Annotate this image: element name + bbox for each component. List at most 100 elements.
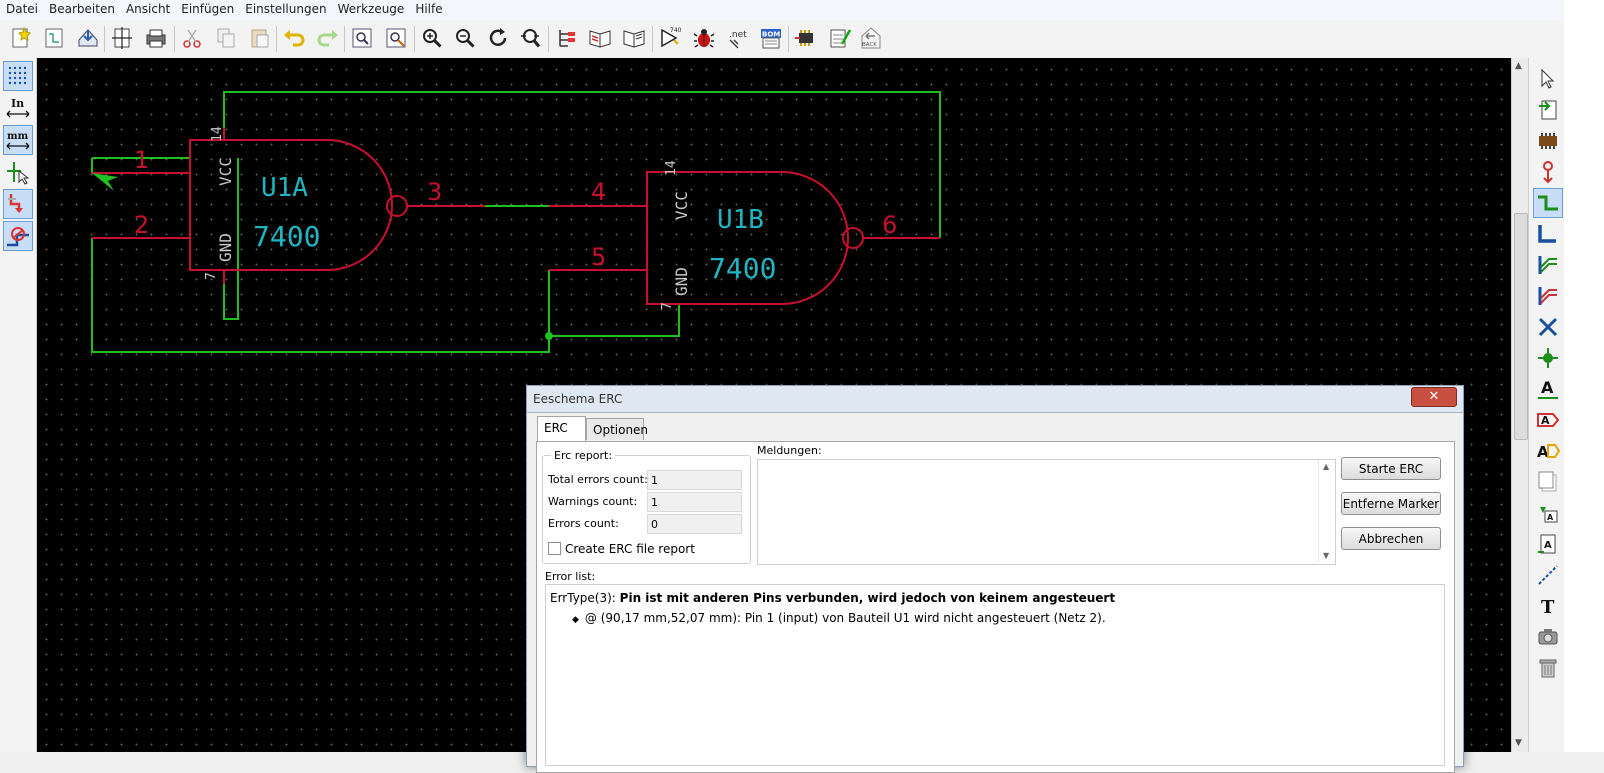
add-sheet-pin-icon[interactable]: A <box>1533 529 1563 559</box>
dialog-titlebar[interactable]: Eeschema ERC ✕ <box>527 386 1463 413</box>
erc-icon[interactable] <box>690 24 718 52</box>
start-erc-button[interactable]: Starte ERC <box>1341 457 1441 480</box>
messages-scroll-up-icon[interactable]: ▲ <box>1323 462 1329 471</box>
cancel-button[interactable]: Abbrechen <box>1341 527 1441 550</box>
warnings-count-label: Warnings count: <box>548 495 638 508</box>
menu-werkzeuge[interactable]: Werkzeuge <box>332 0 410 16</box>
erc-marker-icon[interactable] <box>92 173 118 191</box>
messages-textbox[interactable]: ▲ ▼ <box>757 459 1336 565</box>
tab-optionen[interactable]: Optionen <box>586 418 648 440</box>
copy-icon[interactable] <box>212 24 240 52</box>
units-inch-icon[interactable]: In <box>3 93 33 123</box>
page-settings-icon[interactable] <box>108 24 136 52</box>
back-annotate-icon[interactable]: BACK <box>857 24 885 52</box>
cursor-shape-icon[interactable] <box>3 157 33 187</box>
error-list[interactable]: ErrType(3): Pin ist mit anderen Pins ver… <box>545 584 1445 766</box>
add-text-icon[interactable]: T <box>1533 591 1563 621</box>
save-icon[interactable] <box>74 24 102 52</box>
grid-toggle-icon[interactable] <box>3 61 33 91</box>
close-icon[interactable]: ✕ <box>1411 387 1457 407</box>
u1a-value[interactable]: 7400 <box>253 220 320 253</box>
add-label-icon[interactable]: A <box>1533 374 1563 404</box>
hidden-pins-icon[interactable] <box>3 189 33 219</box>
cut-icon[interactable] <box>178 24 206 52</box>
redraw-icon[interactable] <box>484 24 512 52</box>
redo-icon[interactable] <box>314 24 342 52</box>
add-sheet-icon[interactable] <box>1533 467 1563 497</box>
messages-scroll-down-icon[interactable]: ▼ <box>1323 551 1329 560</box>
checkbox-box[interactable] <box>548 542 561 555</box>
library-browser-icon[interactable] <box>620 24 648 52</box>
menu-hilfe[interactable]: Hilfe <box>409 0 447 16</box>
paste-icon[interactable] <box>246 24 274 52</box>
new-sheet-icon[interactable] <box>40 24 68 52</box>
find-icon[interactable] <box>348 24 376 52</box>
menu-ansicht[interactable]: Ansicht <box>120 0 175 16</box>
gnd-loop-wire[interactable] <box>91 238 550 353</box>
svg-text:T: T <box>1541 597 1555 618</box>
no-connect-icon[interactable] <box>1533 312 1563 342</box>
u1a-reference[interactable]: U1A <box>261 173 308 203</box>
messages-label: Meldungen: <box>757 444 822 457</box>
bus-entry-icon[interactable] <box>3 221 33 251</box>
add-junction-icon[interactable] <box>1533 343 1563 373</box>
add-global-label-icon[interactable]: A <box>1533 405 1563 435</box>
zoom-in-icon[interactable] <box>418 24 446 52</box>
u1b-reference[interactable]: U1B <box>717 205 764 235</box>
menu-datei[interactable]: Datei <box>0 0 43 16</box>
scroll-down-icon[interactable]: ▼ <box>1515 738 1522 748</box>
select-tool-icon[interactable] <box>1533 64 1563 94</box>
netlist-icon[interactable]: .net <box>724 24 752 52</box>
undo-icon[interactable] <box>280 24 308 52</box>
pcbnew-icon[interactable] <box>826 24 854 52</box>
total-errors-label: Total errors count: <box>548 473 648 486</box>
find-replace-icon[interactable] <box>382 24 410 52</box>
new-schematic-icon[interactable] <box>6 24 34 52</box>
main-toolbar: 7402 .net BOM BACK <box>0 20 1604 59</box>
bom-icon[interactable]: BOM <box>757 24 785 52</box>
cvpcb-icon[interactable] <box>792 24 820 52</box>
add-bus-icon[interactable] <box>1533 219 1563 249</box>
u1b-value[interactable]: 7400 <box>709 252 776 285</box>
remove-markers-button[interactable]: Entferne Marker <box>1341 492 1441 515</box>
scrollbar-thumb[interactable] <box>1514 213 1528 440</box>
import-sheet-pin-icon[interactable]: A <box>1533 498 1563 528</box>
bom-text: BOM <box>762 31 780 39</box>
add-graphic-line-icon[interactable] <box>1533 560 1563 590</box>
u1a-gnd-label: GND <box>216 233 235 262</box>
erc-tab-pane: Erc report: Total errors count: 1 Warnin… <box>536 441 1455 773</box>
messages-scrollbar[interactable]: ▲ ▼ <box>1318 460 1335 562</box>
units-mm-icon[interactable]: mm <box>3 125 33 155</box>
hierarchy-icon[interactable] <box>552 24 580 52</box>
error-entry-header[interactable]: ErrType(3): Pin ist mit anderen Pins ver… <box>550 591 1115 605</box>
add-component-icon[interactable] <box>1533 126 1563 156</box>
add-hierarchical-label-icon[interactable]: A <box>1533 436 1563 466</box>
add-power-icon[interactable] <box>1533 157 1563 187</box>
annotate-icon[interactable]: 7402 <box>656 24 684 52</box>
menu-einfuegen[interactable]: Einfügen <box>175 0 239 16</box>
zoom-out-icon[interactable] <box>451 24 479 52</box>
vertical-scrollbar[interactable]: ▲ ▼ <box>1511 58 1529 752</box>
add-image-icon[interactable] <box>1533 622 1563 652</box>
u1b-gnd-label: GND <box>672 267 691 296</box>
menu-einstellungen[interactable]: Einstellungen <box>239 0 331 16</box>
errors-count-label: Errors count: <box>548 517 619 530</box>
menu-bar: Datei Bearbeiten Ansicht Einfügen Einstellun… <box>0 0 1604 21</box>
erc-dialog: Eeschema ERC ✕ ERC Optionen Erc report: … <box>526 385 1464 773</box>
u1b-gnd-pin-number: 7 <box>660 302 675 310</box>
scroll-up-icon[interactable]: ▲ <box>1515 61 1522 71</box>
print-icon[interactable] <box>142 24 170 52</box>
wire-to-bus-entry-icon[interactable] <box>1533 250 1563 280</box>
error-entry-detail[interactable]: ◆ @ (90,17 mm,52,07 mm): Pin 1 (input) vo… <box>572 611 1106 625</box>
zoom-fit-icon[interactable] <box>517 24 545 52</box>
bus-to-bus-entry-icon[interactable] <box>1533 281 1563 311</box>
tab-erc[interactable]: ERC <box>537 416 586 441</box>
create-erc-report-checkbox[interactable]: Create ERC file report <box>548 542 695 556</box>
vcc-wire[interactable] <box>223 91 941 238</box>
hierarchy-navigate-icon[interactable] <box>1533 95 1563 125</box>
menu-bearbeiten[interactable]: Bearbeiten <box>43 0 120 16</box>
svg-text:A: A <box>1544 540 1552 551</box>
add-wire-icon[interactable] <box>1533 188 1563 218</box>
library-editor-icon[interactable] <box>586 24 614 52</box>
delete-item-icon[interactable] <box>1533 653 1563 683</box>
